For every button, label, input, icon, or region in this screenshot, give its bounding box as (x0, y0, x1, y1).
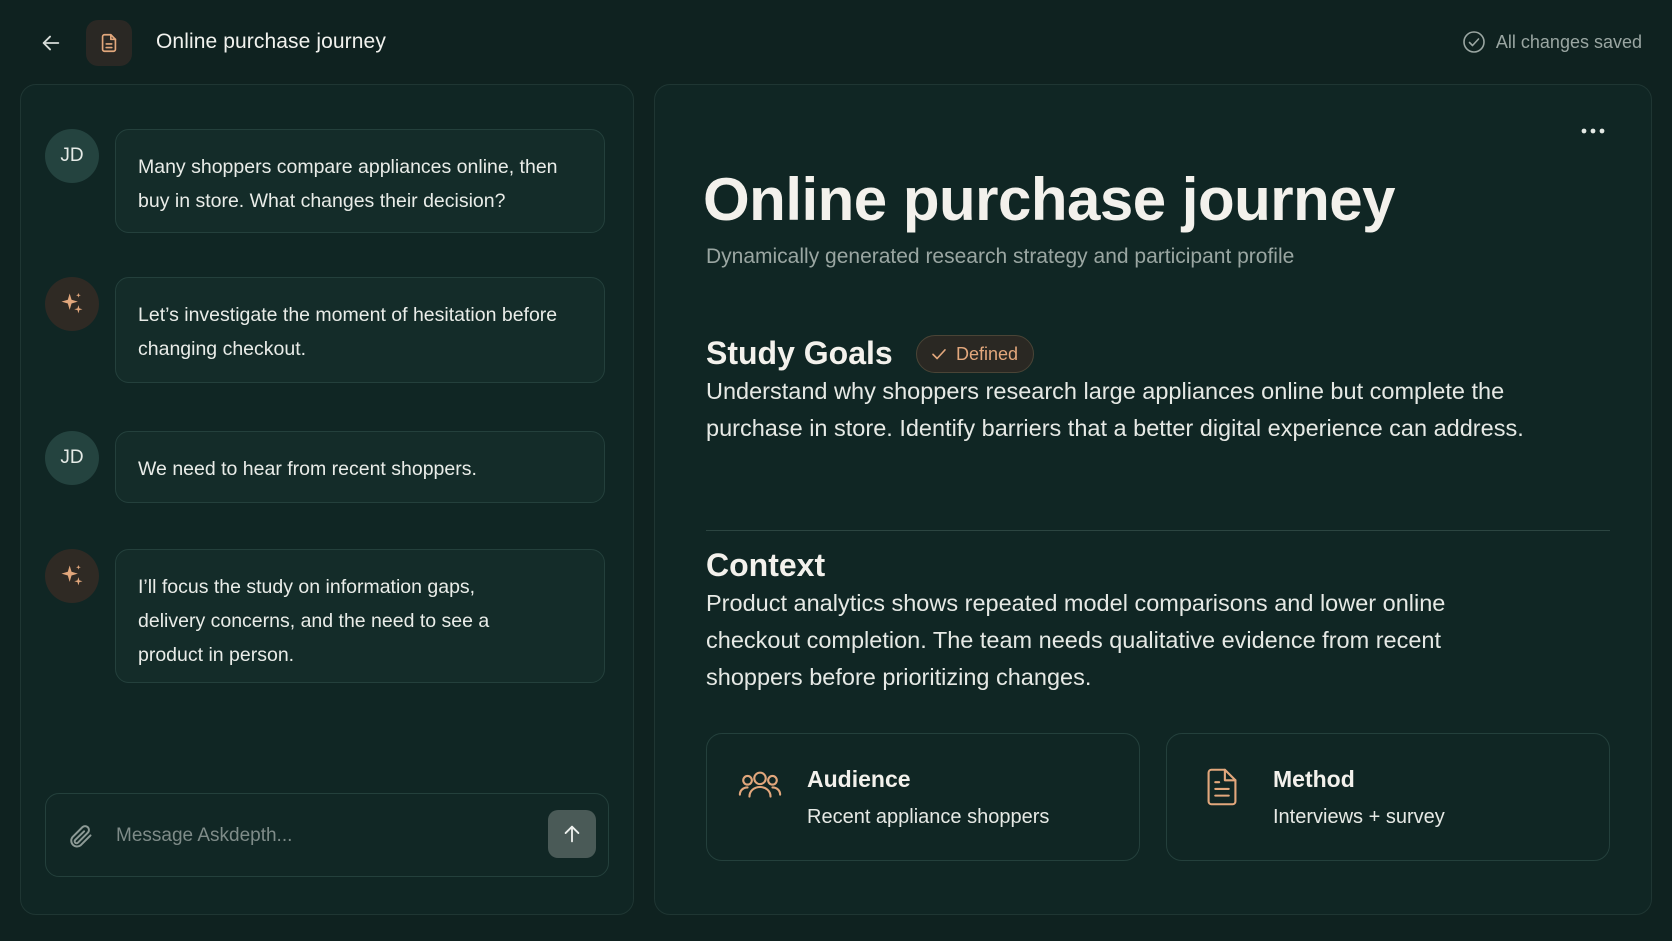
message-bubble: Many shoppers compare appliances online,… (115, 129, 605, 233)
save-status-text: All changes saved (1495, 31, 1642, 52)
status-badge: Defined (916, 335, 1035, 373)
method-card: Method Interviews + survey (1166, 733, 1610, 861)
document-icon (1207, 768, 1237, 806)
card-value: Recent appliance shoppers (807, 806, 1050, 828)
chat-panel: JD Many shoppers compare appliances onli… (20, 84, 634, 915)
chat-message-user: JD (45, 431, 99, 485)
users-icon (738, 771, 782, 798)
send-button[interactable] (548, 810, 596, 858)
check-circle-icon (1463, 31, 1485, 53)
attach-button[interactable] (64, 820, 96, 852)
more-options-button[interactable] (1575, 119, 1611, 143)
more-horizontal-icon (1581, 128, 1605, 134)
message-bubble: I’ll focus the study on information gaps… (115, 549, 605, 683)
message-input[interactable] (116, 814, 516, 858)
arrow-left-icon (42, 35, 60, 51)
check-icon (932, 349, 946, 360)
divider (706, 530, 1610, 531)
avatar: JD (45, 431, 99, 485)
paperclip-icon (70, 825, 92, 848)
message-bubble: Let’s investigate the moment of hesitati… (115, 277, 605, 383)
document-panel: Online purchase journey Dynamically gene… (654, 84, 1652, 915)
chat-message-assistant (45, 277, 99, 331)
document-subtitle: Dynamically generated research strategy … (706, 245, 1295, 268)
avatar: JD (45, 129, 99, 183)
save-status: All changes saved (1462, 30, 1642, 54)
document-icon (101, 33, 117, 53)
top-bar: Online purchase journey All changes save… (0, 0, 1672, 84)
context-text: Product analytics shows repeated model c… (706, 590, 1446, 690)
sparkle-icon (61, 292, 83, 314)
document-badge (86, 20, 132, 66)
assistant-avatar (45, 549, 99, 603)
study-goals-text: Understand why shoppers research large a… (706, 378, 1524, 441)
chat-message-assistant (45, 549, 99, 603)
assistant-avatar (45, 277, 99, 331)
study-goals-heading: Study Goals (706, 335, 893, 371)
card-value: Interviews + survey (1273, 806, 1445, 828)
document-title: Online purchase journey (703, 166, 1396, 233)
sparkle-icon (61, 564, 83, 586)
message-composer (45, 793, 609, 877)
page-title: Online purchase journey (156, 30, 386, 53)
chat-message-user: JD (45, 129, 99, 183)
card-title: Method (1273, 766, 1355, 792)
card-title: Audience (807, 766, 911, 792)
message-bubble: We need to hear from recent shoppers. (115, 431, 605, 503)
audience-card: Audience Recent appliance shoppers (706, 733, 1140, 861)
arrow-up-icon (564, 825, 580, 843)
back-button[interactable] (36, 28, 66, 58)
status-badge-label: Defined (956, 343, 1019, 364)
context-heading: Context (706, 547, 826, 583)
